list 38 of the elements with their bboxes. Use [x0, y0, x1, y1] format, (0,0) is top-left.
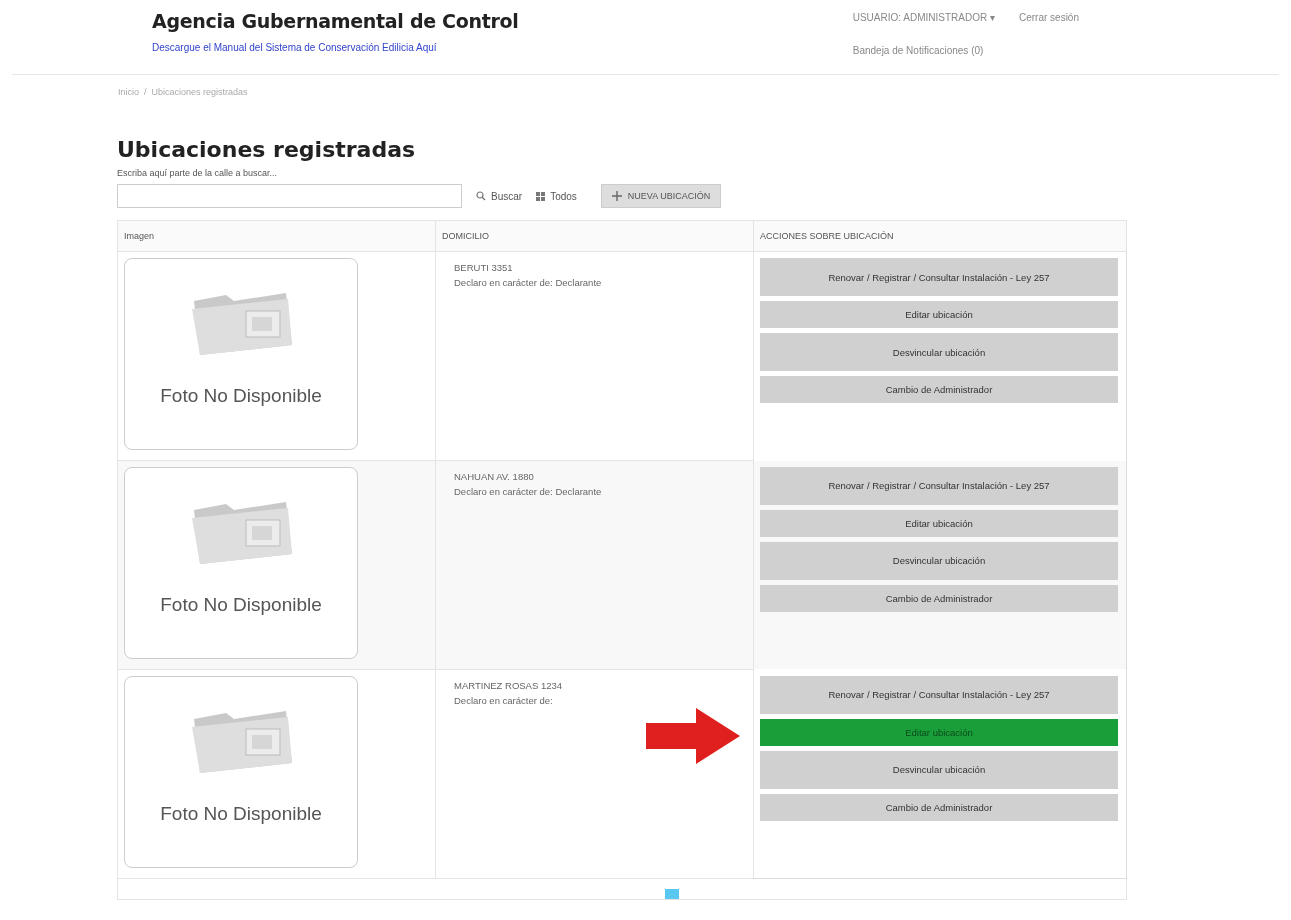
breadcrumb-item: Ubicaciones registradas — [151, 87, 248, 97]
user-menu[interactable]: USUARIO: ADMINISTRADOR ▾ — [852, 12, 995, 23]
action-button[interactable]: Desvincular ubicación — [760, 750, 1118, 789]
breadcrumb-separator: / — [144, 87, 147, 97]
grid-icon — [536, 191, 546, 201]
photo-caption: Foto No Disponible — [160, 385, 322, 407]
action-button[interactable]: Cambio de Administrador — [760, 584, 1118, 612]
action-button[interactable]: Renovar / Registrar / Consultar Instalación - Ley 257 — [760, 258, 1118, 296]
photo-caption: Foto No Disponible — [160, 594, 322, 616]
address-text: BERUTI 3351 — [454, 262, 514, 273]
site-title: Agencia Gubernamental de Control — [152, 10, 519, 32]
action-button[interactable]: Desvincular ubicación — [760, 541, 1118, 580]
action-button[interactable]: Editar ubicación — [760, 509, 1118, 537]
page-indicator[interactable] — [665, 889, 679, 899]
address-text: NAHUAN AV. 1880 — [454, 471, 535, 482]
search-field[interactable] — [117, 184, 462, 208]
action-button[interactable]: Cambio de Administrador — [760, 376, 1118, 403]
action-button[interactable]: Renovar / Registrar / Consultar Instalación - Ley 257 — [760, 675, 1118, 714]
role-text: Declaro en carácter de: Declarante — [454, 277, 603, 288]
action-button[interactable]: Desvincular ubicación — [760, 333, 1118, 371]
column-header: ACCIONES SOBRE UBICACIÓN — [753, 220, 1127, 252]
column-header: Imagen — [117, 220, 436, 252]
page-title: Ubicaciones registradas — [117, 137, 417, 162]
manual-link[interactable]: Descargue el Manual del Sistema de Conservación Edilicia Aquí — [152, 42, 519, 53]
notifications-link[interactable]: Bandeja de Notificaciones (0) — [852, 45, 1079, 56]
role-text: Declaro en carácter de: — [454, 695, 554, 706]
column-header: DOMICILIO — [435, 220, 754, 252]
action-button[interactable]: Cambio de Administrador — [760, 793, 1118, 821]
action-button[interactable]: Renovar / Registrar / Consultar Instalación - Ley 257 — [760, 466, 1118, 505]
new-location-button[interactable]: NUEVA UBICACIÓN — [600, 184, 722, 208]
plus-icon — [611, 191, 622, 201]
photo-caption: Foto No Disponible — [160, 803, 322, 825]
logout-link[interactable]: Cerrar sesión — [1018, 12, 1079, 23]
search-icon — [476, 191, 486, 201]
role-text: Declaro en carácter de: Declarante — [454, 486, 603, 497]
address-text: MARTINEZ ROSAS 1234 — [454, 680, 564, 691]
search-label: Escriba aquí parte de la calle a buscar... — [117, 168, 279, 178]
action-button[interactable]: Editar ubicación — [760, 301, 1118, 328]
